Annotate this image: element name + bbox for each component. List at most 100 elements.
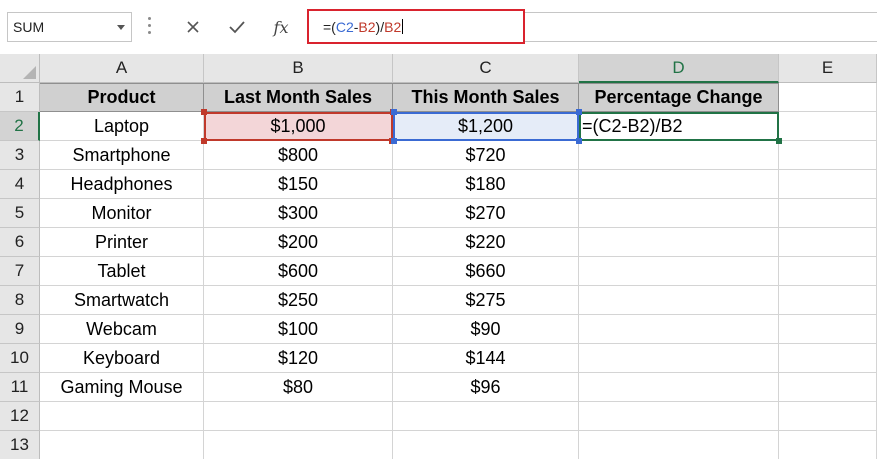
cell-e8[interactable] (779, 286, 877, 315)
cell-b2[interactable]: $1,000 (204, 112, 393, 141)
cell-e6[interactable] (779, 228, 877, 257)
column-header-b[interactable]: B (204, 54, 393, 83)
cell-d1[interactable]: Percentage Change (579, 83, 779, 112)
cell-d4[interactable] (579, 170, 779, 199)
column-header-c[interactable]: C (393, 54, 579, 83)
cell-e12[interactable] (779, 402, 877, 431)
cell-d5[interactable] (579, 199, 779, 228)
row-header-2[interactable]: 2 (0, 112, 40, 141)
chevron-down-icon[interactable] (117, 25, 125, 30)
c2-resize-handle[interactable] (391, 138, 397, 144)
cell-b10[interactable]: $120 (204, 344, 393, 373)
cell-a2[interactable]: Laptop (40, 112, 204, 141)
row-header-5[interactable]: 5 (0, 199, 40, 228)
fill-handle[interactable] (776, 138, 782, 144)
cell-b11[interactable]: $80 (204, 373, 393, 402)
row-header-12[interactable]: 12 (0, 402, 40, 431)
cell-a10[interactable]: Keyboard (40, 344, 204, 373)
drag-handle-icon[interactable] (148, 17, 152, 37)
row-header-10[interactable]: 10 (0, 344, 40, 373)
cell-d9[interactable] (579, 315, 779, 344)
row-header-3[interactable]: 3 (0, 141, 40, 170)
cell-e4[interactable] (779, 170, 877, 199)
cell-e3[interactable] (779, 141, 877, 170)
cell-d12[interactable] (579, 402, 779, 431)
cell-b6[interactable]: $200 (204, 228, 393, 257)
cell-e10[interactable] (779, 344, 877, 373)
c2-resize-handle[interactable] (576, 109, 582, 115)
cell-c7[interactable]: $660 (393, 257, 579, 286)
column-header-a[interactable]: A (40, 54, 204, 83)
cell-d10[interactable] (579, 344, 779, 373)
cell-a9[interactable]: Webcam (40, 315, 204, 344)
cell-c9[interactable]: $90 (393, 315, 579, 344)
cell-a12[interactable] (40, 402, 204, 431)
cell-c12[interactable] (393, 402, 579, 431)
c2-resize-handle[interactable] (576, 138, 582, 144)
cell-b1[interactable]: Last Month Sales (204, 83, 393, 112)
cell-e11[interactable] (779, 373, 877, 402)
cell-d7[interactable] (579, 257, 779, 286)
cell-b4[interactable]: $150 (204, 170, 393, 199)
row-header-6[interactable]: 6 (0, 228, 40, 257)
cell-a8[interactable]: Smartwatch (40, 286, 204, 315)
cell-a7[interactable]: Tablet (40, 257, 204, 286)
row-header-11[interactable]: 11 (0, 373, 40, 402)
cell-c5[interactable]: $270 (393, 199, 579, 228)
cell-b8[interactable]: $250 (204, 286, 393, 315)
cell-e5[interactable] (779, 199, 877, 228)
name-box[interactable]: SUM (7, 12, 132, 42)
row-header-7[interactable]: 7 (0, 257, 40, 286)
cell-b12[interactable] (204, 402, 393, 431)
cell-c11[interactable]: $96 (393, 373, 579, 402)
row-header-8[interactable]: 8 (0, 286, 40, 315)
row-header-13[interactable]: 13 (0, 431, 40, 459)
spreadsheet-grid[interactable]: A B C D E 1 2 3 4 5 6 7 8 9 10 11 12 13 Product Last Month … (0, 54, 877, 459)
column-header-d[interactable]: D (579, 54, 779, 83)
cell-d2[interactable]: =(C2-B2)/B2 (579, 112, 779, 141)
cell-d8[interactable] (579, 286, 779, 315)
cell-d11[interactable] (579, 373, 779, 402)
formula-input[interactable]: =(C2-B2)/B2 (307, 9, 525, 44)
cell-c4[interactable]: $180 (393, 170, 579, 199)
cell-a3[interactable]: Smartphone (40, 141, 204, 170)
cell-a13[interactable] (40, 431, 204, 459)
cell-b5[interactable]: $300 (204, 199, 393, 228)
row-header-9[interactable]: 9 (0, 315, 40, 344)
cell-a11[interactable]: Gaming Mouse (40, 373, 204, 402)
cell-c10[interactable]: $144 (393, 344, 579, 373)
c2-resize-handle[interactable] (391, 109, 397, 115)
text-caret (402, 19, 404, 34)
cell-b13[interactable] (204, 431, 393, 459)
cell-d3[interactable] (579, 141, 779, 170)
cell-c13[interactable] (393, 431, 579, 459)
cell-d13[interactable] (579, 431, 779, 459)
close-icon[interactable] (182, 16, 204, 38)
cell-e13[interactable] (779, 431, 877, 459)
cell-e2[interactable] (779, 112, 877, 141)
cell-c3[interactable]: $720 (393, 141, 579, 170)
cell-e7[interactable] (779, 257, 877, 286)
cell-a5[interactable]: Monitor (40, 199, 204, 228)
b2-resize-handle[interactable] (201, 138, 207, 144)
insert-function-button[interactable]: fx (270, 16, 292, 38)
row-header-1[interactable]: 1 (0, 83, 40, 112)
cell-b9[interactable]: $100 (204, 315, 393, 344)
cell-b3[interactable]: $800 (204, 141, 393, 170)
select-all-button[interactable] (0, 54, 40, 83)
cell-d6[interactable] (579, 228, 779, 257)
cell-b7[interactable]: $600 (204, 257, 393, 286)
check-icon[interactable] (226, 16, 248, 38)
cell-c8[interactable]: $275 (393, 286, 579, 315)
row-header-4[interactable]: 4 (0, 170, 40, 199)
column-header-e[interactable]: E (779, 54, 877, 83)
cell-c1[interactable]: This Month Sales (393, 83, 579, 112)
cell-a6[interactable]: Printer (40, 228, 204, 257)
b2-resize-handle[interactable] (201, 109, 207, 115)
cell-a1[interactable]: Product (40, 83, 204, 112)
cell-c2[interactable]: $1,200 (393, 112, 579, 141)
cell-e1[interactable] (779, 83, 877, 112)
cell-e9[interactable] (779, 315, 877, 344)
cell-a4[interactable]: Headphones (40, 170, 204, 199)
cell-c6[interactable]: $220 (393, 228, 579, 257)
